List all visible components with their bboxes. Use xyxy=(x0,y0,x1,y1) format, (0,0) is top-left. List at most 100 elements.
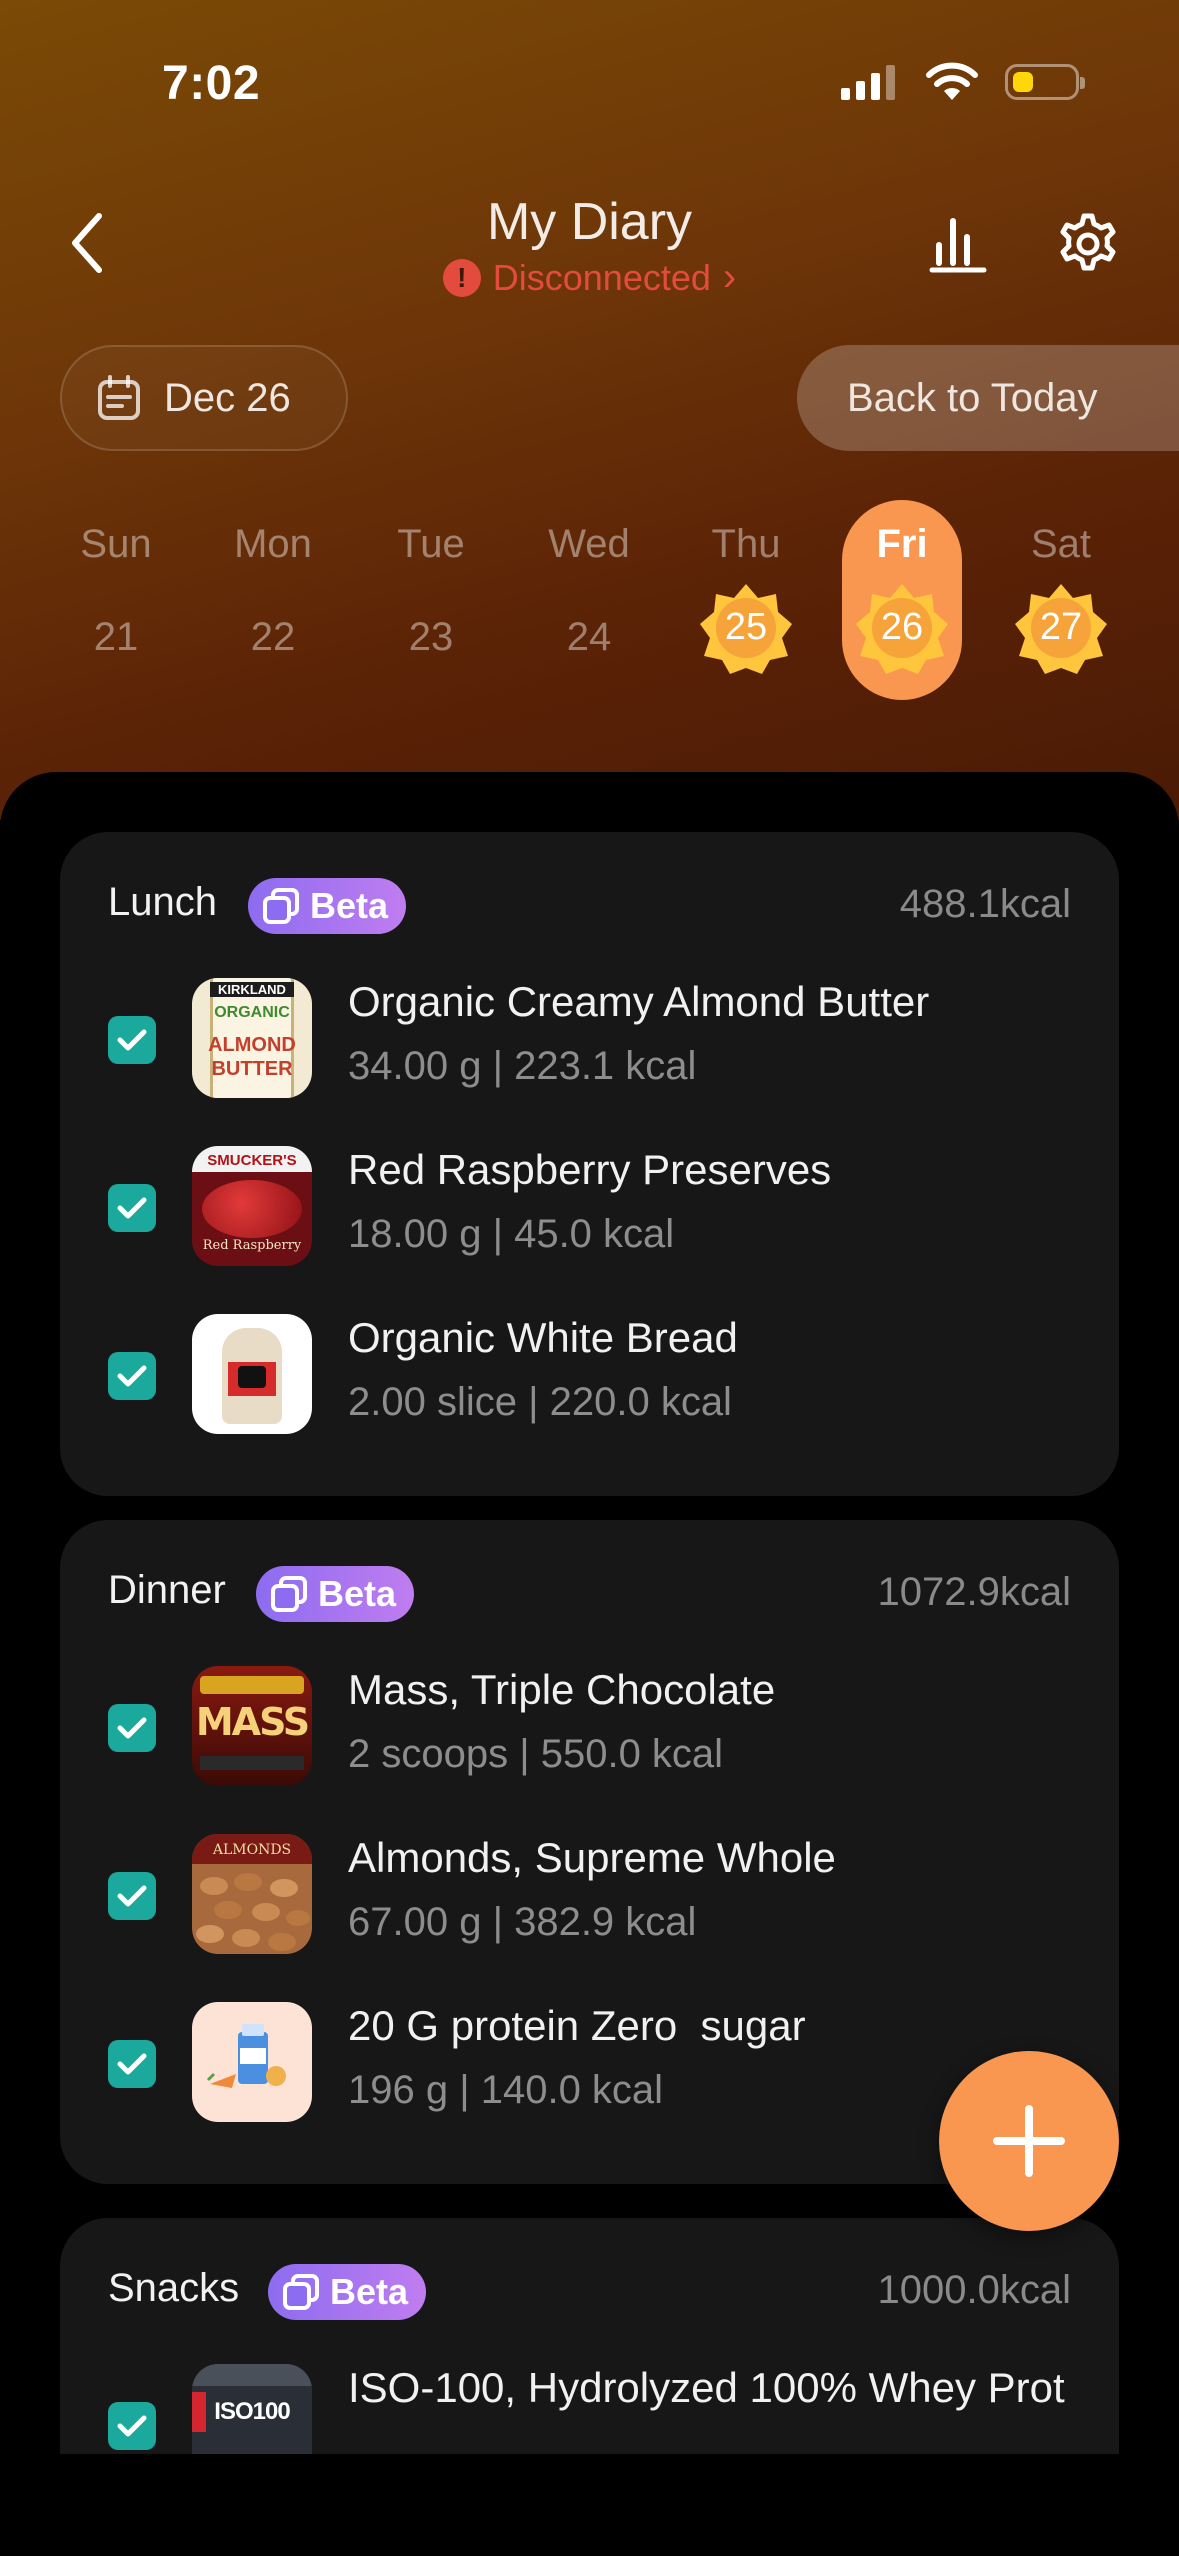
food-thumbnail: MASS xyxy=(192,1666,312,1786)
food-detail: 2 scoops | 550.0 kcal xyxy=(348,1732,724,1776)
alert-icon: ! xyxy=(442,258,481,297)
checkbox-checked-icon[interactable] xyxy=(108,2402,156,2450)
meal-kcal: 1000.0kcal xyxy=(877,2268,1071,2312)
day-name: Sat xyxy=(1030,522,1092,566)
connection-status[interactable]: ! Disconnected › xyxy=(0,255,1179,300)
stats-button[interactable] xyxy=(922,208,994,280)
diary-sheet: Lunch Beta 488.1kcal KIRKLAND ORGANIC AL… xyxy=(0,772,1179,2556)
day-date: 26 xyxy=(880,606,924,648)
day-name: Tue xyxy=(397,522,465,566)
thumb-text: ISO100 xyxy=(214,2398,290,2425)
checkbox-checked-icon[interactable] xyxy=(108,1872,156,1920)
day-date: 23 xyxy=(408,615,454,659)
day-date: 22 xyxy=(250,615,296,659)
food-thumbnail: ALMONDS xyxy=(192,1834,312,1954)
food-detail: 196 g | 140.0 kcal xyxy=(348,2068,664,2112)
goal-badge-icon: 27 xyxy=(1015,582,1107,674)
thumb-text: MASS xyxy=(195,1700,310,1744)
day-name: Thu xyxy=(711,522,781,566)
food-name: ISO-100, Hydrolyzed 100% Whey Prot xyxy=(348,2364,1065,2411)
current-date-label: Dec 26 xyxy=(164,375,291,420)
meal-title: Lunch xyxy=(108,880,217,924)
goal-badge-icon: 25 xyxy=(700,582,792,674)
thumb-text: ALMONDS xyxy=(212,1842,292,1858)
day-name: Fri xyxy=(876,522,928,566)
food-item[interactable]: KIRKLAND ORGANIC ALMOND BUTTER Organic C… xyxy=(60,964,1119,1114)
food-item[interactable]: MASS Mass, Triple Chocolate 2 scoops | 5… xyxy=(60,1652,1119,1802)
status-time: 7:02 xyxy=(162,57,261,110)
checkbox-checked-icon[interactable] xyxy=(108,2040,156,2088)
checkbox-checked-icon[interactable] xyxy=(108,1704,156,1752)
food-thumbnail: KIRKLAND ORGANIC ALMOND BUTTER xyxy=(192,978,312,1098)
beta-label: Beta xyxy=(330,2271,409,2312)
meal-card-lunch: Lunch Beta 488.1kcal KIRKLAND ORGANIC AL… xyxy=(60,832,1119,1496)
thumb-text: KIRKLAND xyxy=(210,982,294,997)
wifi-icon xyxy=(926,62,978,100)
checkbox-checked-icon[interactable] xyxy=(108,1016,156,1064)
page-title: My Diary xyxy=(486,193,693,251)
day-wed[interactable]: Wed 24 xyxy=(529,500,649,700)
food-name: Organic Creamy Almond Butter xyxy=(348,978,930,1025)
plus-icon xyxy=(993,2105,1065,2177)
day-sat[interactable]: Sat 27 xyxy=(1001,500,1121,700)
day-name: Wed xyxy=(548,522,630,566)
gear-icon xyxy=(1060,213,1116,271)
chevron-right-icon: › xyxy=(722,255,737,299)
status-icons xyxy=(839,62,1085,102)
beta-badge[interactable]: Beta xyxy=(268,2264,427,2320)
day-date: 24 xyxy=(566,615,612,659)
copy-icon xyxy=(271,1576,307,1612)
day-date: 27 xyxy=(1039,606,1083,648)
beta-badge[interactable]: Beta xyxy=(248,878,407,934)
beta-badge[interactable]: Beta xyxy=(256,1566,415,1622)
day-name: Sun xyxy=(80,522,152,566)
beta-label: Beta xyxy=(318,1573,397,1614)
food-thumbnail: SMUCKER'S Red Raspberry xyxy=(192,1146,312,1266)
food-detail: 67.00 g | 382.9 kcal xyxy=(348,1900,697,1944)
meal-card-snacks: Snacks Beta 1000.0kcal ISO100 ISO-100, H… xyxy=(60,2218,1119,2454)
meal-kcal: 1072.9kcal xyxy=(877,1570,1071,1614)
day-fri[interactable]: Fri 26 xyxy=(842,500,962,700)
connection-status-label: Disconnected xyxy=(492,256,711,298)
goal-badge-icon: 26 xyxy=(856,582,948,674)
copy-icon xyxy=(283,2274,319,2310)
food-name: Organic White Bread xyxy=(348,1314,738,1361)
food-name: Red Raspberry Preserves xyxy=(348,1146,832,1193)
food-thumbnail: ISO100 xyxy=(192,2364,312,2454)
add-food-button[interactable] xyxy=(939,2051,1119,2231)
checkbox-checked-icon[interactable] xyxy=(108,1352,156,1400)
settings-button[interactable] xyxy=(1052,208,1124,280)
back-to-today-button[interactable]: Back to Today xyxy=(797,345,1179,451)
signal-icon xyxy=(841,65,895,100)
week-strip: Sun 21 Mon 22 Tue 23 Wed 24 Thu 25 Fri 2… xyxy=(0,500,1179,710)
date-picker-button[interactable]: Dec 26 xyxy=(60,345,348,451)
meal-title: Dinner xyxy=(108,1568,226,1612)
back-to-today-label: Back to Today xyxy=(847,375,1098,420)
day-date: 21 xyxy=(93,615,139,659)
meal-title: Snacks xyxy=(108,2266,240,2310)
beta-label: Beta xyxy=(310,885,389,926)
food-item[interactable]: Organic White Bread 2.00 slice | 220.0 k… xyxy=(60,1300,1119,1450)
food-thumbnail xyxy=(192,2002,312,2122)
day-mon[interactable]: Mon 22 xyxy=(213,500,333,700)
food-name: 20 G protein Zero sugar xyxy=(348,2002,806,2049)
meal-kcal: 488.1kcal xyxy=(899,882,1071,926)
food-detail: 18.00 g | 45.0 kcal xyxy=(348,1212,675,1256)
food-thumbnail xyxy=(192,1314,312,1434)
calendar-icon xyxy=(98,375,140,420)
day-name: Mon xyxy=(234,522,312,566)
thumb-text: Red Raspberry xyxy=(202,1238,302,1253)
food-item[interactable]: ISO100 ISO-100, Hydrolyzed 100% Whey Pro… xyxy=(60,2350,1119,2454)
copy-icon xyxy=(263,888,299,924)
food-item[interactable]: SMUCKER'S Red Raspberry Red Raspberry Pr… xyxy=(60,1132,1119,1282)
food-name: Mass, Triple Chocolate xyxy=(348,1666,776,1713)
day-tue[interactable]: Tue 23 xyxy=(371,500,491,700)
food-item[interactable]: ALMONDS Almonds, Supreme Whole 67.00 g |… xyxy=(60,1820,1119,1970)
day-thu[interactable]: Thu 25 xyxy=(686,500,806,700)
day-sun[interactable]: Sun 21 xyxy=(56,500,176,700)
bar-chart-icon xyxy=(929,218,987,273)
food-detail: 34.00 g | 223.1 kcal xyxy=(348,1044,697,1088)
day-date: 25 xyxy=(724,606,768,648)
food-name: Almonds, Supreme Whole xyxy=(348,1834,836,1881)
checkbox-checked-icon[interactable] xyxy=(108,1184,156,1232)
